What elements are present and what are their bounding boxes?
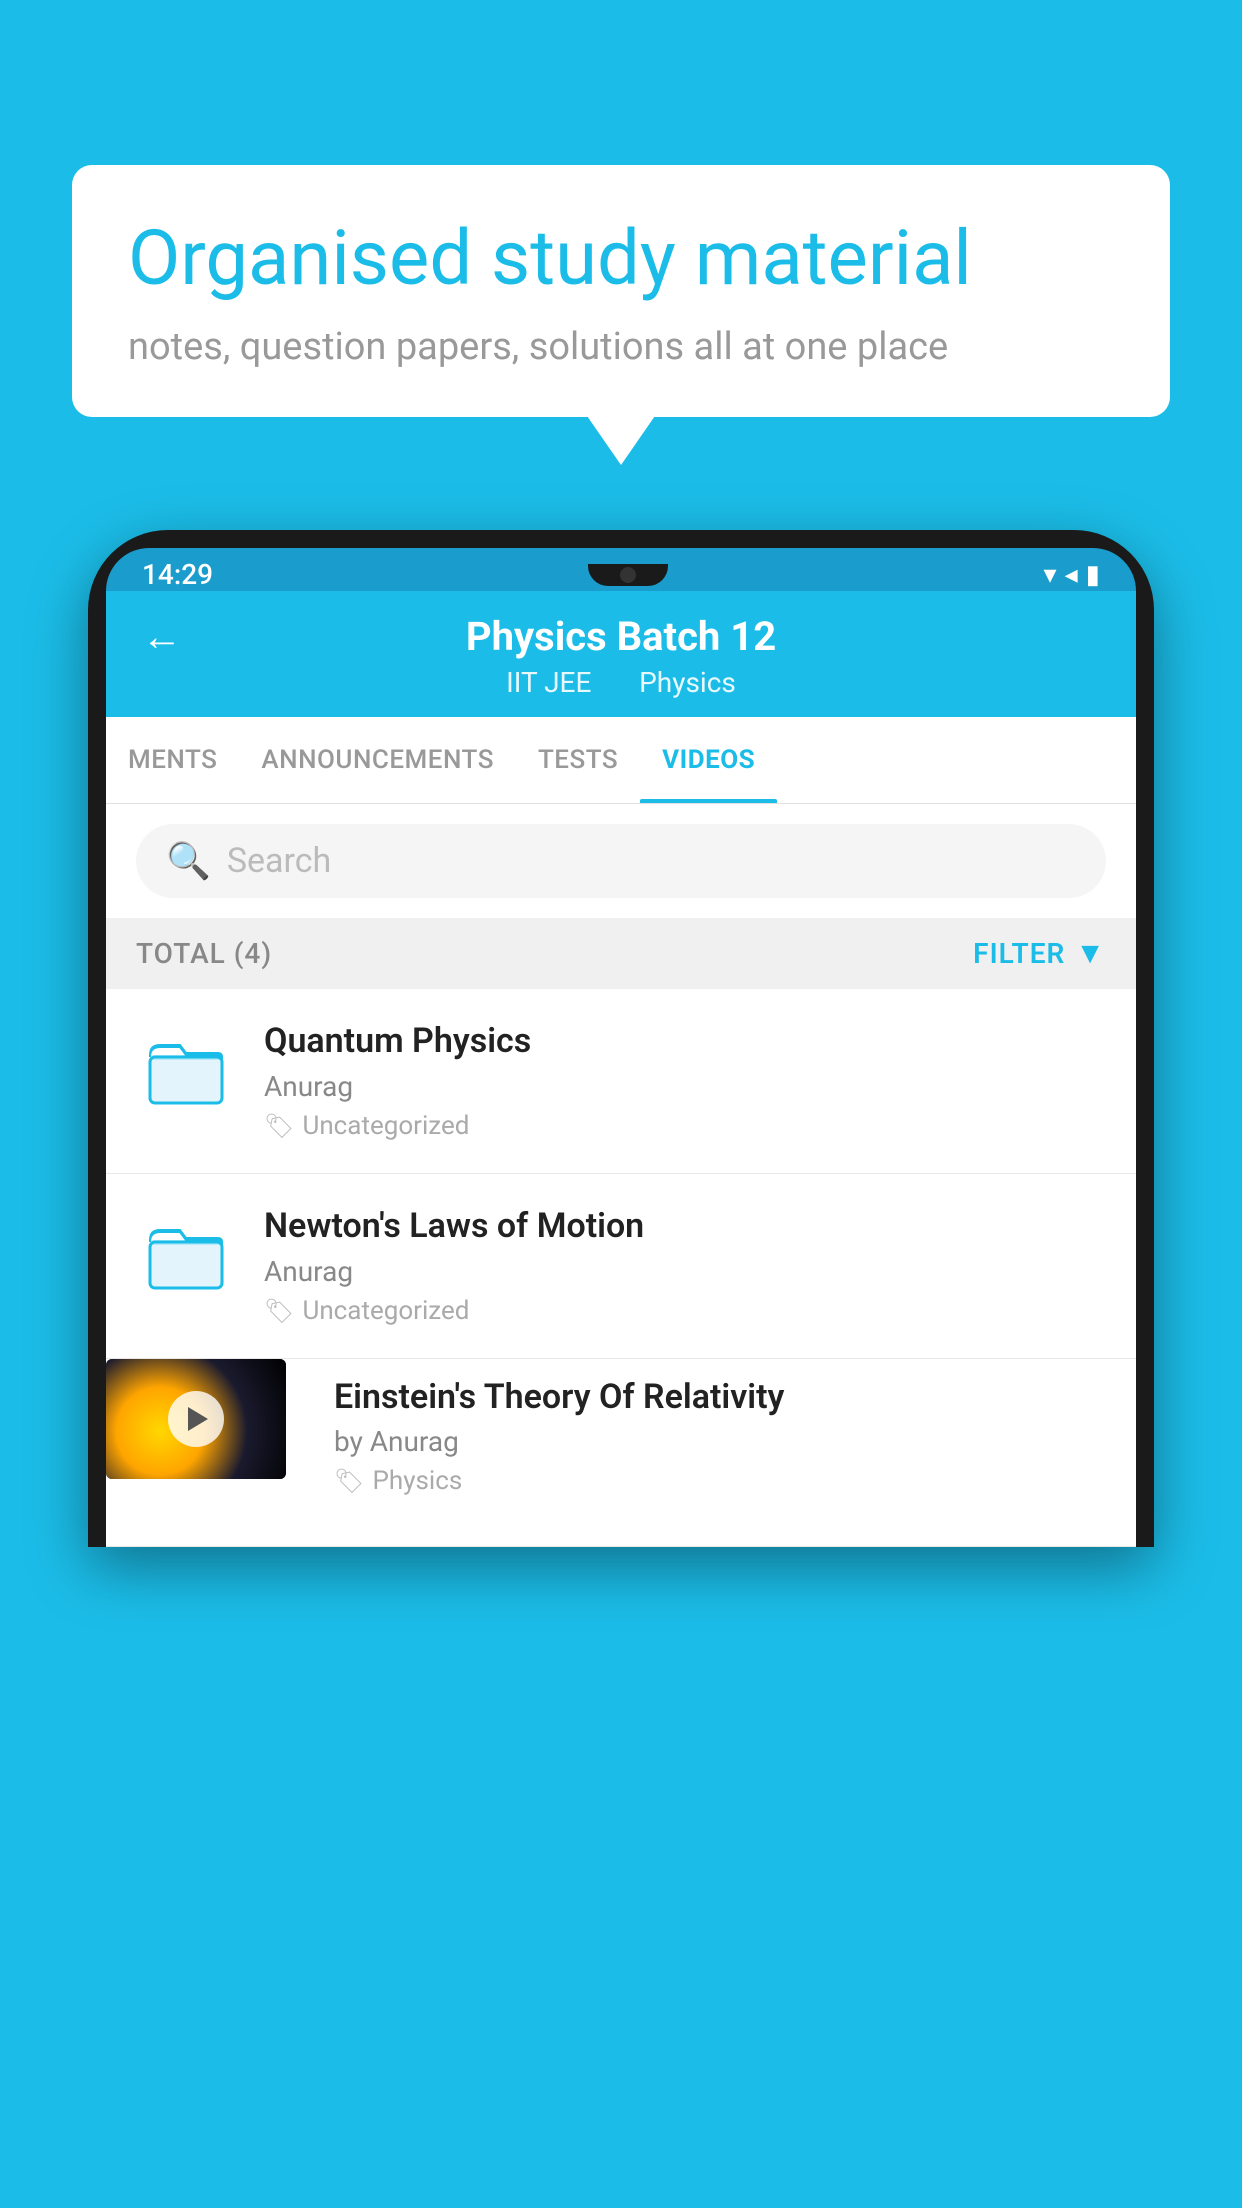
search-placeholder: Search — [227, 841, 331, 881]
search-bar[interactable]: 🔍 Search — [136, 824, 1106, 898]
tag-icon-2: 🏷 — [264, 1297, 294, 1325]
signal-icon: ◂ — [1065, 560, 1078, 590]
tag-label-2: Uncategorized — [302, 1296, 469, 1326]
filter-button[interactable]: FILTER ▼ — [973, 936, 1106, 971]
speech-bubble: Organised study material notes, question… — [72, 165, 1170, 417]
tag-label-3: Physics — [372, 1466, 462, 1496]
subtitle-part2: Physics — [639, 666, 736, 699]
header-row: ← Physics Batch 12 — [142, 613, 1100, 660]
folder-icon-wrap-1 — [136, 1021, 236, 1109]
back-button[interactable]: ← — [142, 613, 182, 660]
status-bar: 14:29 ▾ ◂ ▮ — [106, 548, 1136, 591]
tag-label-1: Uncategorized — [302, 1111, 469, 1141]
search-container: 🔍 Search — [106, 804, 1136, 918]
video-info-2: Newton's Laws of Motion Anurag 🏷 Uncateg… — [264, 1206, 1106, 1326]
tabs-bar: MENTS ANNOUNCEMENTS TESTS VIDEOS — [106, 717, 1136, 804]
tab-ments[interactable]: MENTS — [106, 717, 239, 803]
phone-outer: 14:29 ▾ ◂ ▮ ← Physics Batch 12 IIT JEE — [88, 530, 1154, 1547]
tag-icon-3: 🏷 — [334, 1467, 364, 1495]
video-tag-3: 🏷 Physics — [334, 1466, 1116, 1496]
folder-icon — [146, 1214, 226, 1294]
filter-label: FILTER — [973, 937, 1065, 970]
video-author-1: Anurag — [264, 1070, 1106, 1103]
header-subtitle: IIT JEE Physics — [496, 666, 746, 699]
video-tag-1: 🏷 Uncategorized — [264, 1111, 1106, 1141]
speech-bubble-subtext: notes, question papers, solutions all at… — [128, 325, 1114, 369]
list-item[interactable]: Newton's Laws of Motion Anurag 🏷 Uncateg… — [106, 1174, 1136, 1359]
status-icons: ▾ ◂ ▮ — [1044, 560, 1100, 590]
video-info-1: Quantum Physics Anurag 🏷 Uncategorized — [264, 1021, 1106, 1141]
folder-icon — [146, 1029, 226, 1109]
filter-icon: ▼ — [1075, 936, 1106, 971]
video-author-2: Anurag — [264, 1255, 1106, 1288]
search-icon: 🔍 — [166, 840, 211, 882]
list-item[interactable]: Quantum Physics Anurag 🏷 Uncategorized — [106, 989, 1136, 1174]
play-triangle-icon — [188, 1407, 208, 1431]
wifi-icon: ▾ — [1044, 560, 1057, 590]
subtitle-part1: IIT JEE — [506, 666, 591, 699]
video-info-3: Einstein's Theory Of Relativity by Anura… — [314, 1359, 1136, 1515]
tab-announcements[interactable]: ANNOUNCEMENTS — [239, 717, 516, 803]
folder-icon-wrap-2 — [136, 1206, 236, 1294]
page-title: Physics Batch 12 — [466, 613, 776, 660]
list-item[interactable]: Einstein's Theory Of Relativity by Anura… — [106, 1359, 1136, 1548]
phone-notch — [588, 564, 668, 586]
video-title-2: Newton's Laws of Motion — [264, 1206, 1106, 1247]
camera-dot — [620, 567, 636, 583]
status-time: 14:29 — [142, 558, 213, 591]
phone-screen: ← Physics Batch 12 IIT JEE Physics MENTS… — [106, 591, 1136, 1547]
play-button[interactable] — [168, 1391, 224, 1447]
filter-bar: TOTAL (4) FILTER ▼ — [106, 918, 1136, 989]
tag-icon-1: 🏷 — [264, 1112, 294, 1140]
video-thumbnail-3 — [106, 1359, 286, 1479]
phone-wrapper: 14:29 ▾ ◂ ▮ ← Physics Batch 12 IIT JEE — [88, 530, 1154, 2208]
video-list: Quantum Physics Anurag 🏷 Uncategorized — [106, 989, 1136, 1547]
total-count-label: TOTAL (4) — [136, 937, 272, 970]
tab-tests[interactable]: TESTS — [516, 717, 640, 803]
video-title-3: Einstein's Theory Of Relativity — [334, 1377, 1116, 1418]
video-tag-2: 🏷 Uncategorized — [264, 1296, 1106, 1326]
app-header: ← Physics Batch 12 IIT JEE Physics — [106, 591, 1136, 717]
speech-bubble-heading: Organised study material — [128, 217, 1114, 301]
battery-icon: ▮ — [1086, 560, 1100, 590]
tab-videos[interactable]: VIDEOS — [640, 717, 777, 803]
video-author-3: by Anurag — [334, 1425, 1116, 1458]
video-title-1: Quantum Physics — [264, 1021, 1106, 1062]
